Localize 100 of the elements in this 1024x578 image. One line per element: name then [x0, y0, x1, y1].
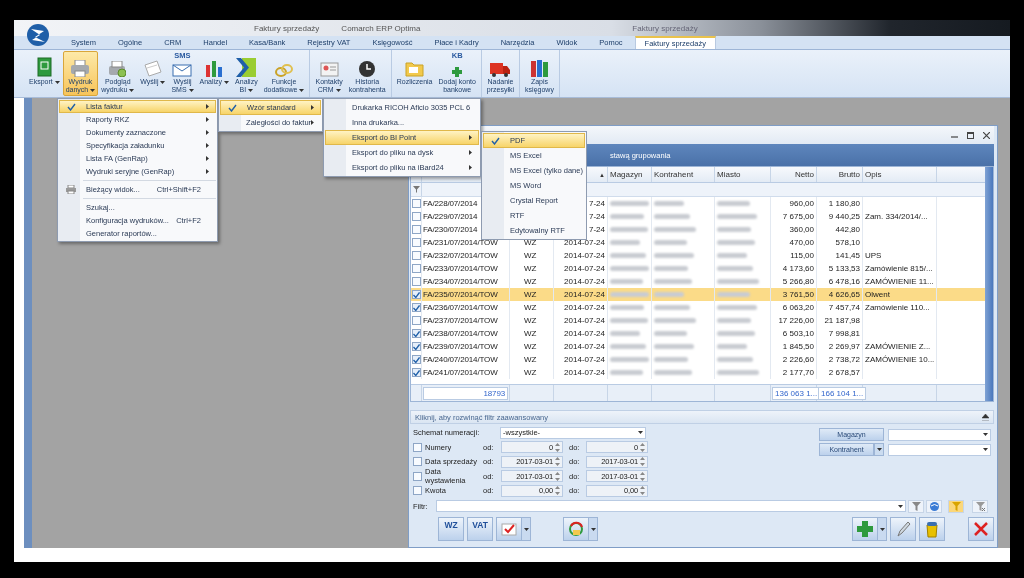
table-cell: 6 503,10 — [782, 329, 814, 338]
table-cell: 2 226,60 — [782, 355, 814, 364]
table-cell: 1 845,50 — [782, 342, 814, 351]
dropdown-field[interactable] — [888, 428, 991, 441]
checkbox[interactable] — [411, 225, 421, 234]
toolbar-button[interactable]: VAT — [467, 517, 493, 541]
toolbar-button[interactable] — [968, 517, 994, 541]
table-cell: 17 226,00 — [778, 316, 814, 325]
column-header[interactable]: Kontrahent — [654, 170, 694, 179]
table-cell: 4 626,65 — [828, 290, 860, 299]
table-cell: WZ — [524, 355, 537, 364]
table-cell: WZ — [524, 238, 537, 247]
checkbox[interactable] — [411, 342, 421, 351]
table-cell: FA/228/07/2014 — [423, 199, 478, 208]
table-cell: WZ — [524, 277, 537, 286]
checkbox[interactable] — [411, 264, 421, 273]
dropdown-field[interactable] — [888, 443, 991, 456]
table-cell: 1 180,80 — [828, 199, 860, 208]
blurred-text — [610, 240, 640, 245]
dropdown-button[interactable] — [589, 517, 598, 541]
scrollbar[interactable] — [985, 167, 993, 401]
table-cell: FA/237/07/2014/TOW — [423, 316, 498, 325]
context-title: Faktury sprzedaży — [632, 23, 698, 33]
toolbar-button[interactable] — [890, 517, 916, 541]
checkbox[interactable] — [413, 442, 422, 452]
column-header[interactable]: Miasto — [717, 170, 741, 179]
close-icon — [972, 520, 990, 538]
blurred-text — [654, 331, 687, 336]
checkbox[interactable] — [411, 316, 421, 325]
spinner-icon — [555, 442, 560, 452]
checkbox[interactable] — [411, 355, 421, 364]
filter-icon[interactable] — [412, 186, 420, 193]
toolbar-button[interactable] — [496, 517, 522, 541]
toolbar-button[interactable] — [852, 517, 878, 541]
caret-icon — [638, 431, 643, 435]
blurred-text — [654, 214, 690, 219]
spinner-icon — [640, 442, 645, 452]
blurred-text — [654, 318, 696, 323]
table-cell: Olwent — [865, 290, 890, 299]
blurred-text — [610, 344, 646, 349]
checkbox[interactable] — [411, 303, 421, 312]
checkbox[interactable] — [413, 457, 422, 467]
table-cell: 2014-07-24 — [564, 277, 605, 286]
caret-icon — [898, 504, 903, 508]
close-icon[interactable] — [983, 131, 990, 139]
checkbox[interactable] — [413, 471, 422, 481]
table-cell: 3 761,50 — [782, 290, 814, 299]
filter-icon — [950, 500, 962, 512]
toolbar-button[interactable]: WZ — [438, 517, 464, 541]
toolbar-button[interactable] — [563, 517, 589, 541]
table-cell: WZ — [524, 329, 537, 338]
toolbar-button[interactable] — [919, 517, 945, 541]
column-header[interactable]: Netto — [794, 170, 814, 179]
table-cell: FA/238/07/2014/TOW — [423, 329, 498, 338]
dropdown-button[interactable] — [878, 517, 887, 541]
table-cell: 7 998,81 — [828, 329, 860, 338]
checkbox[interactable] — [411, 251, 421, 260]
checkbox[interactable] — [411, 290, 421, 299]
table-cell: 7-24 — [589, 225, 605, 234]
maximize-icon[interactable] — [967, 131, 974, 139]
dropdown-button[interactable] — [522, 517, 531, 541]
dropdown-button[interactable] — [874, 443, 884, 456]
checkbox[interactable] — [411, 212, 421, 221]
summary-cell: 166 104 1... — [818, 386, 867, 400]
blurred-text — [717, 292, 750, 297]
table-cell: 7-24 — [589, 212, 605, 221]
checkbox[interactable] — [411, 329, 421, 338]
blurred-text — [654, 292, 684, 297]
table-cell: 360,00 — [789, 225, 814, 234]
blurred-text — [610, 253, 646, 258]
filter-tool-button[interactable] — [948, 499, 964, 513]
collapse-icon[interactable] — [982, 413, 989, 421]
filter-tool-button[interactable] — [908, 499, 924, 513]
printer-icon — [109, 61, 127, 77]
table-cell: FA/232/07/2014/TOW — [423, 251, 498, 260]
trash-bin-icon — [923, 520, 941, 538]
column-header[interactable]: Magazyn — [610, 170, 643, 179]
checkbox[interactable] — [411, 238, 421, 247]
table-cell: WZ — [524, 368, 537, 377]
blurred-text — [654, 240, 687, 245]
table-cell: Zam. 334/2014/... — [865, 212, 928, 221]
checkbox[interactable] — [411, 277, 421, 286]
column-header[interactable]: Opis — [865, 170, 882, 179]
blurred-text — [654, 266, 688, 271]
table-cell: 960,00 — [789, 199, 814, 208]
checkbox[interactable] — [411, 368, 421, 377]
app-logo-icon[interactable] — [26, 23, 50, 47]
table-cell: 2014-07-24 — [564, 355, 605, 364]
filter-field[interactable] — [436, 500, 906, 512]
blurred-text — [610, 370, 643, 375]
checkbox[interactable] — [411, 199, 421, 208]
printer-icon — [71, 60, 90, 77]
checkbox[interactable] — [413, 486, 422, 496]
spinner-icon — [640, 471, 645, 481]
blurred-text — [717, 305, 757, 310]
column-header[interactable]: Brutto — [838, 170, 860, 179]
filter-tool-button[interactable] — [972, 499, 988, 513]
blurred-text — [654, 344, 694, 349]
blurred-text — [717, 266, 753, 271]
table-row[interactable]: FA/235/07/2014/TOW WZ 2014-07-24 3 761,50 4 626,65 Olwent — [411, 288, 985, 301]
